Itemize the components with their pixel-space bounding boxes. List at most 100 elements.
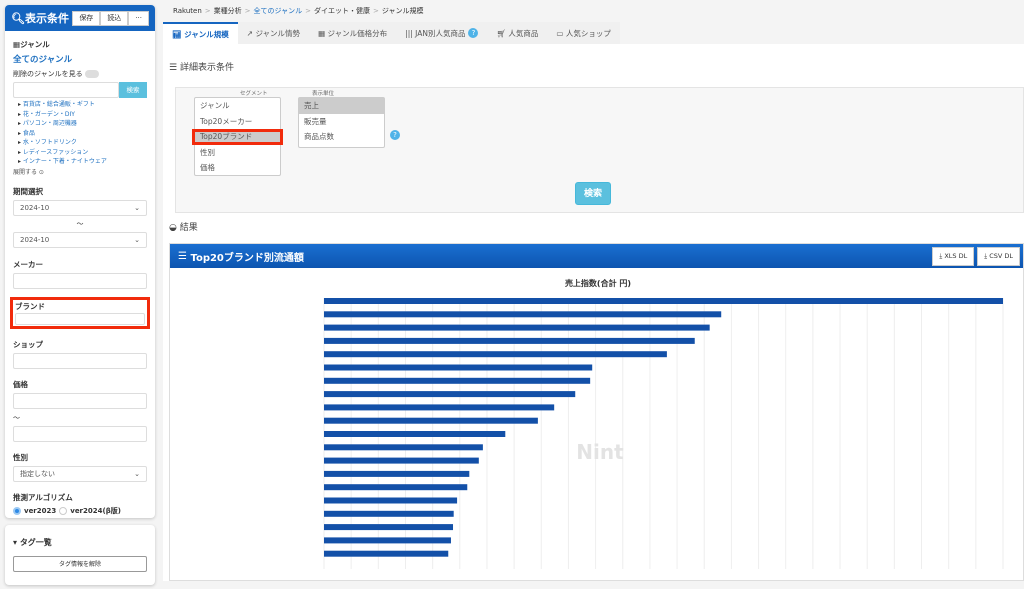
period-label: 期間選択 (13, 186, 43, 196)
segment-option[interactable]: ジャンル (195, 98, 280, 114)
tab-genre-scale[interactable]: 📊︎ ジャンル規模 (163, 22, 238, 44)
genre-search-button[interactable]: 検索 (119, 82, 147, 98)
genre-item[interactable]: インナー・下着・ナイトウェア (18, 157, 147, 167)
crumb-all-genres[interactable]: 全てのジャンル (254, 6, 303, 16)
bar[interactable] (324, 484, 468, 491)
shop-icon: ▭ (556, 28, 566, 38)
unit-option-selected[interactable]: 売上 (299, 98, 384, 114)
tag-clear-button[interactable]: タグ情報を解除 (13, 556, 147, 572)
all-genres-link[interactable]: 全てのジャンル (13, 53, 147, 65)
bar[interactable] (324, 497, 458, 504)
brand-label: ブランド (15, 301, 45, 311)
shop-label: ショップ (13, 339, 43, 349)
genre-item[interactable]: 食品 (18, 129, 147, 139)
bar[interactable] (324, 417, 538, 424)
search-icon: 🔍︎ (11, 11, 25, 25)
sidebar-header: 🔍︎ 表示条件 保存 読込 ··· (5, 5, 155, 31)
breadcrumb: Rakuten > 業種分析 > 全てのジャンル > ダイエット・健康 > ジャンル規模 (163, 0, 1024, 22)
show-deleted-row: 削除のジャンルを見る (13, 69, 147, 79)
period-to-select[interactable]: 2024-10 ⌄ (13, 231, 147, 248)
csv-download-button[interactable]: ⤓ CSV DL (977, 246, 1020, 266)
tab-popular-shops[interactable]: ▭ 人気ショップ (547, 22, 620, 44)
algo-option-label: ver2023 (24, 506, 57, 515)
bar[interactable] (324, 537, 451, 544)
bar[interactable] (324, 377, 591, 384)
tab-price-distribution[interactable]: ▦ ジャンル価格分布 (309, 22, 397, 44)
bar[interactable] (324, 524, 454, 531)
bar[interactable] (324, 404, 555, 411)
genre-item[interactable]: 百貨店・総合通販・ギフト (18, 100, 147, 110)
tag-panel: ▾ タグ一覧 タグ情報を解除 (5, 525, 155, 585)
crumb-industry[interactable]: 業種分析 (214, 6, 242, 16)
load-button[interactable]: 読込 (100, 10, 129, 26)
shop-input[interactable] (13, 352, 147, 369)
chart-icon: 📊︎ (172, 29, 185, 39)
price-max-input[interactable] (13, 425, 147, 442)
unit-option[interactable]: 販売量 (299, 114, 384, 130)
sidebar-title: 表示条件 (24, 12, 69, 25)
tag-title[interactable]: ▾ タグ一覧 (13, 537, 147, 548)
crumb-genre[interactable]: ダイエット・健康 (314, 6, 370, 16)
price-tilde: 〜 (13, 413, 20, 422)
maker-label: メーカー (13, 259, 43, 269)
segment-option-selected[interactable]: Top20ブランド (192, 129, 283, 145)
tab-bar: 📊︎ ジャンル規模 ↗ ジャンル情勢 ▦ ジャンル価格分布 ||| JAN別人気… (163, 22, 1024, 44)
period-from-select[interactable]: 2024-10 ⌄ (13, 199, 147, 216)
search-button[interactable]: 検索 (575, 182, 611, 205)
bar-chart: 売上指数(合計 円) Nint (323, 278, 1004, 569)
bar[interactable] (324, 337, 695, 344)
bar[interactable] (324, 298, 1003, 304)
algo-radio-2023[interactable] (13, 506, 21, 515)
tab-popular-products[interactable]: 🛒︎ 人気商品 (487, 22, 548, 44)
segment-option[interactable]: Top20メーカー (195, 114, 280, 130)
genre-item[interactable]: パソコン・周辺機器 (18, 119, 147, 129)
bar[interactable] (324, 391, 576, 398)
bar[interactable] (324, 444, 483, 451)
genre-label: ▦ジャンル (13, 40, 50, 49)
algo-radio-2024[interactable] (59, 506, 68, 515)
gender-select[interactable]: 指定しない ⌄ (13, 465, 147, 482)
period-tilde: 〜 (76, 219, 84, 228)
bar[interactable] (324, 324, 710, 331)
genre-item[interactable]: 花・ガーデン・DIY (18, 110, 147, 120)
table-icon: ▦ (318, 28, 328, 38)
genre-search-input[interactable] (13, 82, 119, 98)
more-button[interactable]: ··· (128, 10, 149, 26)
dashboard-icon: ◒ (169, 223, 180, 233)
chevron-down-icon: ⌄ (134, 235, 140, 244)
brand-input[interactable] (15, 312, 145, 325)
genre-item[interactable]: 水・ソフトドリンク (18, 138, 147, 148)
expand-link[interactable]: 展開する ⊙ (13, 167, 147, 176)
tab-genre-trend[interactable]: ↗ ジャンル情勢 (237, 22, 310, 44)
bar[interactable] (324, 470, 470, 477)
bar[interactable] (324, 351, 667, 358)
line-chart-icon: ↗ (246, 28, 256, 38)
main-content: Rakuten > 業種分析 > 全てのジャンル > ダイエット・健康 > ジャンル規模… (163, 0, 1024, 581)
save-button[interactable]: 保存 (72, 10, 101, 26)
help-icon[interactable]: ? (468, 28, 479, 38)
price-label: 価格 (13, 379, 28, 389)
segment-listbox[interactable]: ジャンル Top20メーカー Top20ブランド 性別 価格 (192, 97, 283, 176)
unit-listbox[interactable]: 売上 販売量 商品点数 (298, 97, 385, 148)
price-min-input[interactable] (13, 392, 147, 409)
bar[interactable] (324, 510, 454, 517)
panel-title: Top20ブランド別流通額 (190, 252, 304, 264)
unit-option[interactable]: 商品点数 (299, 129, 384, 145)
bar[interactable] (324, 550, 449, 557)
bar[interactable] (324, 457, 479, 464)
sidebar: 🔍︎ 表示条件 保存 読込 ··· ▦ジャンル 全てのジャンル 削除のジャンルを… (5, 5, 155, 518)
bar[interactable] (324, 311, 722, 318)
crumb-rakuten[interactable]: Rakuten (173, 7, 202, 15)
bar[interactable] (324, 364, 593, 371)
xls-download-button[interactable]: ⤓ XLS DL (932, 246, 975, 266)
bar[interactable] (324, 431, 506, 437)
segment-option[interactable]: 価格 (195, 160, 280, 176)
chart-title: 売上指数(合計 円) (565, 278, 631, 288)
genre-item[interactable]: レディースファッション (18, 148, 147, 158)
tab-jan-popular[interactable]: ||| JAN別人気商品? (396, 22, 488, 44)
help-icon[interactable]: ? (390, 130, 400, 140)
results-heading: ◒ 結果 (169, 223, 198, 233)
segment-option[interactable]: 性別 (195, 145, 280, 161)
maker-input[interactable] (13, 272, 147, 289)
show-deleted-toggle[interactable] (84, 70, 99, 78)
